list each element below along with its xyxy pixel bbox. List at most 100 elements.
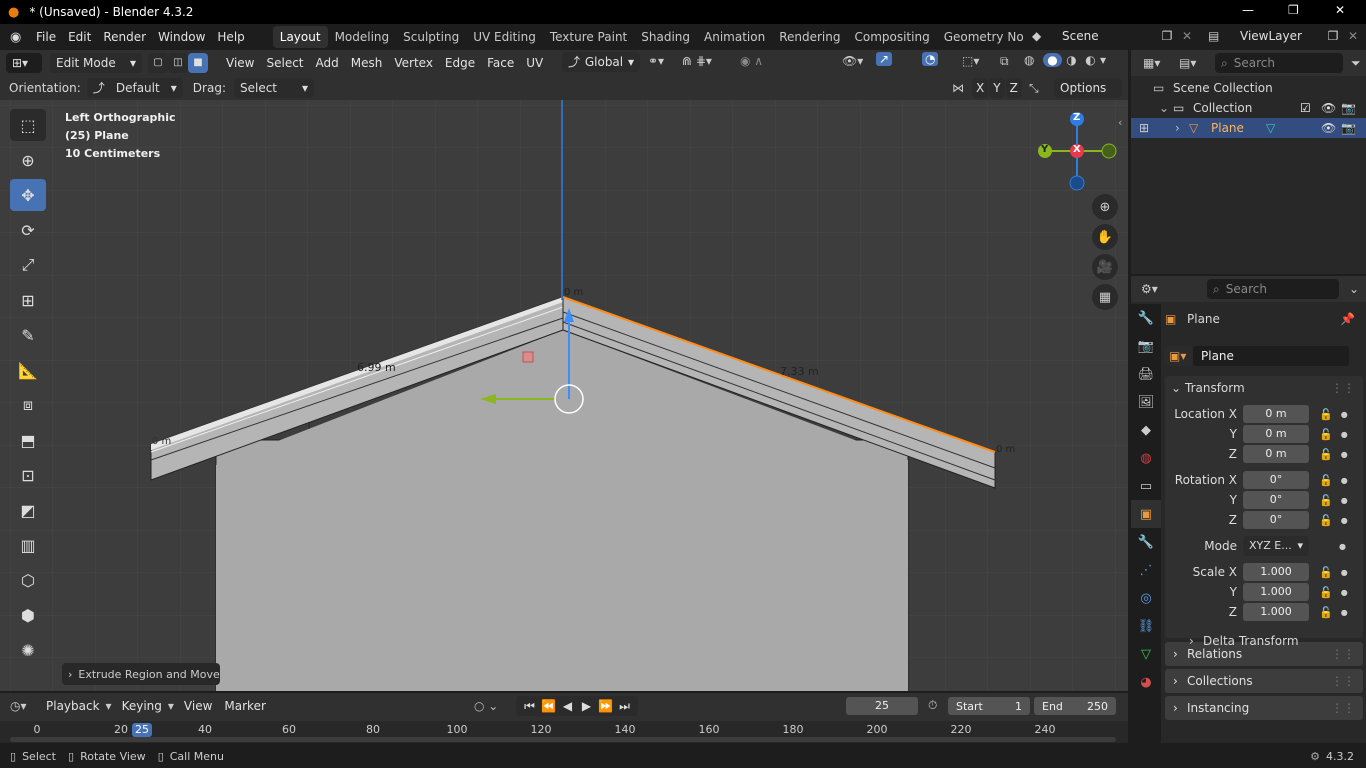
rotation-y-field[interactable]: 0° — [1243, 491, 1309, 509]
pan-hand-icon[interactable]: ✋ — [1092, 224, 1118, 250]
next-keyframe-icon[interactable]: ⏩ — [596, 699, 615, 713]
lock-icon[interactable]: 🔓 — [1319, 474, 1333, 487]
eye-icon[interactable]: 👁 — [1321, 121, 1336, 135]
gizmo-plane-handle[interactable] — [522, 351, 534, 363]
viewlayer-selector[interactable]: ▤ ViewLayer ❐ ✕ — [1208, 26, 1362, 46]
end-frame-field[interactable]: End 250 — [1034, 697, 1116, 715]
auto-keying-icon[interactable]: ○ ⌄ — [474, 699, 498, 713]
start-frame-field[interactable]: Start 1 — [948, 697, 1030, 715]
display-mode-icon[interactable]: ▤▾ — [1179, 56, 1209, 70]
tool-tab-icon[interactable]: 🔧 — [1131, 304, 1161, 332]
tab-geometry-nodes[interactable]: Geometry Node — [937, 26, 1023, 48]
preview-range-icon[interactable]: ⏱ — [928, 698, 937, 713]
timeline-editor-icon[interactable]: ◷▾ — [10, 699, 40, 713]
properties-search[interactable]: ⌕ Search — [1207, 279, 1339, 299]
transform-tool-icon[interactable]: ⊞ — [10, 284, 46, 316]
outliner-editor-icon[interactable]: ▦▾ — [1143, 56, 1173, 70]
outliner-object-plane[interactable]: ⊞ › ▽ Plane ▽ 👁 📷 — [1131, 118, 1366, 138]
jump-end-icon[interactable]: ⏭ — [615, 699, 634, 714]
lock-icon[interactable]: 🔓 — [1319, 514, 1333, 527]
viewlayer-name[interactable]: ViewLayer — [1234, 26, 1322, 46]
keyframe-dot-icon[interactable]: ● — [1341, 430, 1348, 439]
menu-help[interactable]: Help — [211, 26, 250, 48]
xray-icon[interactable]: ⧉ — [1000, 54, 1009, 69]
transform-orientation-dropdown[interactable]: ⤴ Global ▾ — [562, 52, 640, 72]
lock-icon[interactable]: 🔓 — [1319, 448, 1333, 461]
shading-options-icon[interactable]: ▾ — [1100, 53, 1114, 67]
bevel-tool-icon[interactable]: ◩ — [10, 494, 46, 526]
object-name-field[interactable]: Plane — [1193, 346, 1349, 366]
header-menu-face[interactable]: Face — [481, 52, 520, 74]
mesh-overlay-icon[interactable]: ⬚▾ — [962, 54, 979, 68]
mirror-z-toggle[interactable]: Z — [1005, 78, 1022, 98]
lock-icon[interactable]: 🔓 — [1319, 428, 1333, 441]
camera-view-icon[interactable]: 🎥 — [1092, 254, 1118, 280]
inset-tool-icon[interactable]: ⊡ — [10, 459, 46, 491]
menu-render[interactable]: Render — [97, 26, 152, 48]
timeline-scrubber[interactable]: 0 20 40 60 80 100 120 140 160 180 200 220 240 25 — [0, 721, 1128, 743]
scale-x-field[interactable]: 1.000 — [1243, 563, 1309, 581]
scene-tab-icon[interactable]: ◆ — [1131, 416, 1161, 444]
snap-icon[interactable]: ⋒ ⋕▾ — [682, 54, 712, 68]
rotate-tool-icon[interactable]: ⟳ — [10, 214, 46, 246]
header-menu-uv[interactable]: UV — [520, 52, 549, 74]
loop-cut-tool-icon[interactable]: ▥ — [10, 529, 46, 561]
location-x-field[interactable]: 0 m — [1243, 405, 1309, 423]
keyframe-dot-icon[interactable]: ● — [1341, 516, 1348, 525]
scale-z-field[interactable]: 1.000 — [1243, 603, 1309, 621]
prev-keyframe-icon[interactable]: ⏪ — [539, 699, 558, 713]
exclude-checkbox[interactable]: ☑ — [1300, 101, 1311, 115]
header-menu-edge[interactable]: Edge — [439, 52, 481, 74]
output-tab-icon[interactable]: 🖨 — [1131, 360, 1161, 388]
instancing-panel[interactable]: › Instancing ⋮⋮ — [1165, 696, 1363, 720]
chevron-down-icon[interactable]: ⌄ — [1349, 282, 1359, 296]
header-menu-mesh[interactable]: Mesh — [345, 52, 389, 74]
view-layer-tab-icon[interactable]: 🖼 — [1131, 388, 1161, 416]
orientation-dropdown[interactable]: ⤴ Default ▾ — [86, 77, 183, 98]
expand-chevron-icon[interactable]: ⌄ — [1159, 101, 1173, 115]
scale-tool-icon[interactable]: ⤢ — [10, 249, 46, 281]
collections-panel[interactable]: › Collections ⋮⋮ — [1165, 669, 1363, 693]
delete-scene-icon[interactable]: ✕ — [1178, 29, 1196, 43]
mode-selector[interactable]: Edit Mode ▾ — [50, 52, 142, 73]
current-frame-marker[interactable]: 25 — [132, 723, 152, 737]
object-type-dropdown[interactable]: ▣▾ — [1165, 346, 1193, 366]
sidebar-toggle-icon[interactable]: ‹ — [1118, 116, 1122, 129]
viewport-canvas[interactable] — [0, 100, 1128, 691]
keyframe-dot-icon[interactable]: ● — [1341, 476, 1348, 485]
data-tab-icon[interactable]: ▽ — [1131, 640, 1161, 668]
render-tab-icon[interactable]: 📷 — [1131, 332, 1161, 360]
timeline-scrollbar[interactable] — [10, 737, 1116, 742]
drag-dropdown[interactable]: Select Box ▾ — [233, 77, 314, 115]
location-y-field[interactable]: 0 m — [1243, 425, 1309, 443]
editor-type-icon[interactable]: ⊞▾ — [6, 52, 42, 73]
lock-icon[interactable]: 🔓 — [1319, 586, 1333, 599]
rotation-z-field[interactable]: 0° — [1243, 511, 1309, 529]
move-tool-icon[interactable]: ✥ — [10, 179, 46, 211]
render-camera-icon[interactable]: 📷 — [1341, 121, 1356, 135]
keyframe-dot-icon[interactable]: ● — [1341, 588, 1348, 597]
keyframe-dot-icon[interactable]: ● — [1341, 568, 1348, 577]
spin-tool-icon[interactable]: ✺ — [10, 634, 46, 666]
eye-icon[interactable]: 👁 — [1321, 101, 1336, 115]
new-scene-icon[interactable]: ❐ — [1156, 29, 1178, 43]
poly-build-tool-icon[interactable]: ⬢ — [10, 599, 46, 631]
drag-handle-icon[interactable]: ⋮⋮ — [1331, 642, 1355, 666]
tab-animation[interactable]: Animation — [697, 26, 772, 48]
physics-tab-icon[interactable]: ◎ — [1131, 584, 1161, 612]
outliner-collection[interactable]: ⌄ ▭ Collection ☑ 👁 📷 — [1131, 98, 1366, 118]
timeline-view-menu[interactable]: View — [178, 695, 218, 717]
tab-uv-editing[interactable]: UV Editing — [466, 26, 543, 48]
wireframe-shading-icon[interactable]: ◍ — [1024, 53, 1043, 67]
header-menu-view[interactable]: View — [220, 52, 260, 74]
render-camera-icon[interactable]: 📷 — [1341, 101, 1356, 115]
collection-tab-icon[interactable]: ▭ — [1131, 472, 1161, 500]
tab-sculpting[interactable]: Sculpting — [396, 26, 466, 48]
header-menu-vertex[interactable]: Vertex — [388, 52, 439, 74]
edge-select-icon[interactable]: ◫ — [168, 52, 188, 73]
scene-name[interactable]: Scene — [1056, 26, 1156, 46]
new-viewlayer-icon[interactable]: ❐ — [1322, 29, 1344, 43]
drag-handle-icon[interactable]: ⋮⋮ — [1331, 669, 1355, 693]
visibility-icon[interactable]: 👁▾ — [842, 54, 863, 68]
face-select-icon[interactable]: ■ — [188, 52, 208, 73]
